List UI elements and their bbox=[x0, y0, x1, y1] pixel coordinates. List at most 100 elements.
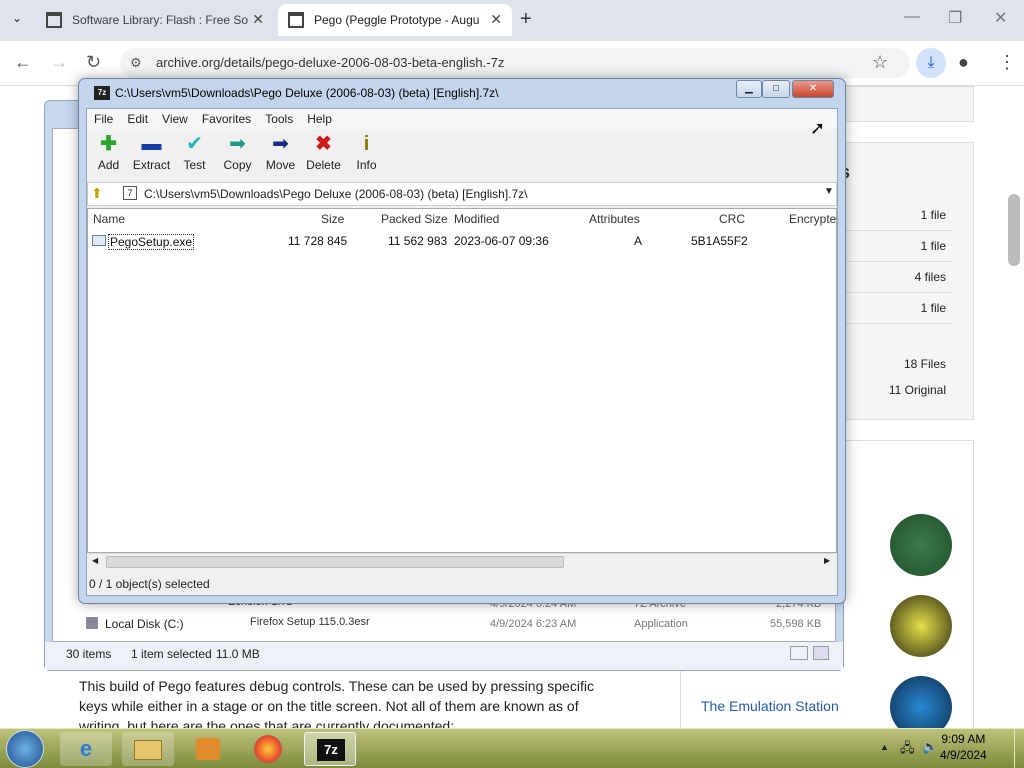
move-label: Move bbox=[265, 158, 296, 172]
media-player-icon[interactable] bbox=[182, 732, 234, 766]
col-name[interactable]: Name bbox=[93, 212, 125, 226]
downloads-icon[interactable]: ⤓ bbox=[916, 48, 946, 78]
col-crc[interactable]: CRC bbox=[719, 212, 745, 226]
related-thumbnail[interactable] bbox=[890, 514, 952, 576]
ie-icon[interactable]: e bbox=[60, 732, 112, 766]
exe-file-icon bbox=[92, 235, 106, 246]
file-modified: 2023-06-07 09:36 bbox=[454, 234, 549, 248]
firefox-icon[interactable] bbox=[242, 732, 294, 766]
maximize-button[interactable]: □ bbox=[762, 80, 790, 98]
file-name[interactable]: PegoSetup.exe bbox=[108, 234, 195, 250]
explorer-row-type: Application bbox=[634, 618, 688, 630]
check-icon: ✔ bbox=[186, 133, 203, 155]
page-paragraph: This build of Pego features debug contro… bbox=[79, 678, 594, 734]
archive-icon bbox=[46, 12, 62, 28]
test-label: Test bbox=[183, 158, 206, 172]
close-window-icon[interactable]: ✕ bbox=[994, 8, 1007, 28]
tiles-view-icon[interactable] bbox=[813, 646, 829, 660]
info-icon: i bbox=[363, 133, 370, 155]
tab-software-library[interactable]: Software Library: Flash : Free So ✕ bbox=[36, 4, 274, 36]
disk-icon bbox=[86, 617, 98, 629]
scroll-right-icon[interactable]: ▶ bbox=[824, 556, 830, 565]
clock[interactable]: 9:09 AM 4/9/2024 bbox=[940, 731, 987, 763]
menu-tools[interactable]: Tools bbox=[258, 112, 300, 126]
clock-time: 9:09 AM bbox=[941, 732, 986, 746]
menu-view[interactable]: View bbox=[155, 112, 195, 126]
address-bar[interactable]: archive.org/details/pego-deluxe-2006-08-… bbox=[120, 48, 910, 78]
move-button[interactable]: ➡ Move bbox=[259, 130, 302, 180]
copy-arrow-icon: ➡ bbox=[229, 133, 246, 155]
related-thumbnail[interactable] bbox=[890, 595, 952, 657]
col-encrypted[interactable]: Encrypte bbox=[789, 212, 836, 226]
details-view-icon[interactable] bbox=[790, 646, 808, 660]
add-label: Add bbox=[97, 158, 120, 172]
close-button[interactable]: ✕ bbox=[792, 80, 834, 98]
explorer-taskbar-icon[interactable] bbox=[122, 732, 174, 766]
tab-pego[interactable]: Pego (Peggle Prototype - Augu ✕ bbox=[278, 4, 512, 36]
minimize-button[interactable]: ▁ bbox=[736, 80, 762, 98]
move-arrow-icon: ➡ bbox=[272, 133, 289, 155]
profile-icon[interactable]: ● bbox=[958, 52, 969, 73]
back-icon[interactable]: ← bbox=[14, 52, 32, 73]
file-size: 11 728 845 bbox=[288, 234, 348, 248]
explorer-row-size: 55,598 KB bbox=[770, 618, 822, 630]
scroll-thumb[interactable] bbox=[106, 556, 564, 568]
page-scrollbar[interactable] bbox=[1008, 194, 1020, 266]
menu-icon[interactable]: ⋮ bbox=[998, 52, 1016, 73]
copy-label: Copy bbox=[223, 158, 252, 172]
related-link[interactable]: The Emulation Station bbox=[701, 698, 839, 714]
menu-favorites[interactable]: Favorites bbox=[195, 112, 258, 126]
close-tab-icon[interactable]: ✕ bbox=[252, 11, 264, 28]
start-button[interactable] bbox=[6, 730, 44, 768]
new-tab-button[interactable]: + bbox=[520, 8, 532, 31]
nav-local-disk[interactable]: Local Disk (C:) bbox=[105, 617, 184, 631]
restore-icon[interactable]: ❐ bbox=[948, 8, 962, 28]
extract-label: Extract bbox=[132, 158, 171, 172]
bookmark-star-icon[interactable]: ☆ bbox=[872, 52, 888, 73]
mouse-cursor-icon: ➚ bbox=[810, 118, 826, 138]
col-modified[interactable]: Modified bbox=[454, 212, 499, 226]
menu-file[interactable]: File bbox=[87, 112, 120, 126]
volume-icon[interactable]: 🔈 bbox=[922, 739, 938, 755]
delete-x-icon: ✖ bbox=[315, 133, 332, 155]
site-info-icon[interactable]: ⚙ bbox=[130, 55, 142, 71]
col-size[interactable]: Size bbox=[321, 212, 344, 226]
explorer-row-name[interactable]: Firefox Setup 115.0.3esr bbox=[250, 616, 370, 628]
path-combobox[interactable]: C:\Users\vm5\Downloads\Pego Deluxe (2006… bbox=[87, 182, 837, 206]
show-desktop-button[interactable] bbox=[1014, 728, 1024, 768]
test-button[interactable]: ✔ Test bbox=[173, 130, 216, 180]
copy-button[interactable]: ➡ Copy bbox=[216, 130, 259, 180]
sevenzip-logo-icon: 7z bbox=[94, 86, 110, 100]
show-hidden-icons[interactable]: ▲ bbox=[880, 742, 889, 752]
status-selected: 1 item selected bbox=[131, 647, 212, 661]
explorer-row-date: 4/9/2024 6:23 AM bbox=[490, 618, 577, 630]
menu-edit[interactable]: Edit bbox=[120, 112, 155, 126]
minimize-icon[interactable]: — bbox=[904, 8, 920, 26]
sevenzip-title: C:\Users\vm5\Downloads\Pego Deluxe (2006… bbox=[115, 86, 499, 100]
info-button[interactable]: i Info bbox=[345, 130, 388, 180]
plus-icon: ✚ bbox=[100, 133, 117, 155]
menu-help[interactable]: Help bbox=[300, 112, 339, 126]
network-icon[interactable]: 🖧 bbox=[900, 739, 915, 761]
col-packed-size[interactable]: Packed Size bbox=[381, 212, 448, 226]
tab-label: Pego (Peggle Prototype - Augu bbox=[314, 13, 480, 27]
dropdown-arrow-icon[interactable]: ▼ bbox=[824, 186, 834, 197]
status-items: 30 items bbox=[66, 647, 112, 661]
folder-up-icon[interactable]: ⬆ bbox=[91, 185, 103, 202]
tab-search-icon[interactable]: ⌄ bbox=[12, 11, 22, 25]
delete-button[interactable]: ✖ Delete bbox=[302, 130, 345, 180]
delete-label: Delete bbox=[306, 158, 341, 172]
sevenzip-taskbar-icon[interactable]: 7z bbox=[304, 732, 356, 766]
file-list bbox=[87, 208, 837, 553]
extract-button[interactable]: ▬ Extract bbox=[130, 130, 173, 180]
scroll-left-icon[interactable]: ◀ bbox=[92, 556, 98, 565]
forward-icon[interactable]: → bbox=[50, 52, 68, 73]
reload-icon[interactable]: ↻ bbox=[86, 52, 101, 73]
sevenzip-status: 0 / 1 object(s) selected bbox=[89, 577, 210, 591]
col-attributes[interactable]: Attributes bbox=[589, 212, 640, 226]
tab-label: Software Library: Flash : Free So bbox=[72, 13, 249, 27]
file-packed-size: 11 562 983 bbox=[388, 234, 448, 248]
menu-bar: File Edit View Favorites Tools Help bbox=[87, 109, 837, 129]
add-button[interactable]: ✚ Add bbox=[87, 130, 130, 180]
close-tab-icon[interactable]: ✕ bbox=[490, 11, 502, 28]
